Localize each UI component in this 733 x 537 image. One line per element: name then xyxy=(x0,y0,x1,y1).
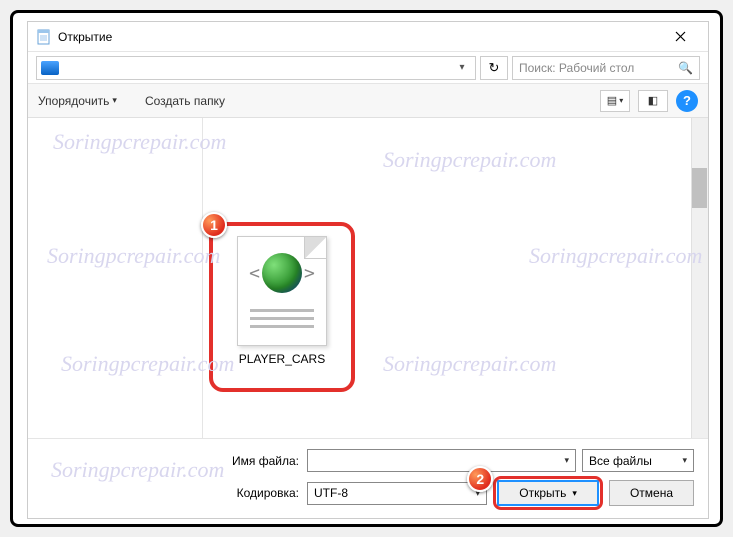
scrollbar-thumb[interactable] xyxy=(692,168,707,208)
refresh-button[interactable]: ↻ xyxy=(480,56,508,80)
view-mode-button[interactable]: ▤ ▾ xyxy=(600,90,630,112)
html-file-icon: <> xyxy=(237,236,327,346)
titlebar: Открытие xyxy=(28,22,708,52)
sidebar[interactable] xyxy=(28,118,203,438)
notepad-icon xyxy=(36,29,52,45)
filename-label: Имя файла: xyxy=(42,454,307,468)
file-label: PLAYER_CARS xyxy=(223,352,341,366)
new-folder-label: Создать папку xyxy=(145,94,225,108)
encoding-value: UTF-8 xyxy=(314,486,473,500)
organize-label: Упорядочить xyxy=(38,94,109,108)
search-placeholder: Поиск: Рабочий стол xyxy=(519,61,678,75)
file-type-filter[interactable]: Все файлы ▾ xyxy=(582,449,694,472)
encoding-select[interactable]: UTF-8 ▾ xyxy=(307,482,487,505)
address-bar[interactable]: ▾ xyxy=(36,56,476,80)
chevron-down-icon: ▾ xyxy=(572,488,577,499)
new-folder-button[interactable]: Создать папку xyxy=(145,94,225,108)
cancel-button[interactable]: Отмена xyxy=(609,480,694,506)
cancel-button-label: Отмена xyxy=(630,486,673,500)
close-button[interactable] xyxy=(660,23,700,51)
file-item-player-cars[interactable]: <> PLAYER_CARS xyxy=(223,236,341,366)
window-title: Открытие xyxy=(58,30,660,44)
toolbar: Упорядочить ▾ Создать папку ▤ ▾ ◧ ? xyxy=(28,84,708,118)
file-list[interactable]: 1 <> PLAYER_CARS xyxy=(203,118,708,438)
preview-pane-button[interactable]: ◧ xyxy=(638,90,668,112)
chevron-down-icon[interactable]: ▾ xyxy=(680,455,689,466)
organize-menu[interactable]: Упорядочить ▾ xyxy=(38,94,117,108)
filter-value: Все файлы xyxy=(589,454,680,468)
filename-input[interactable]: ▾ xyxy=(307,449,576,472)
chevron-down-icon[interactable]: ▾ xyxy=(453,62,471,73)
body-area: 1 <> PLAYER_CARS xyxy=(28,118,708,438)
open-button-label: Открыть xyxy=(519,486,566,500)
encoding-label: Кодировка: xyxy=(42,486,307,500)
open-dialog-window: Открытие ▾ ↻ Поиск: Рабочий стол 🔍 Упоря… xyxy=(27,21,709,519)
search-icon: 🔍 xyxy=(678,61,693,75)
search-input[interactable]: Поиск: Рабочий стол 🔍 xyxy=(512,56,700,80)
open-button[interactable]: Открыть ▾ xyxy=(497,480,599,506)
nav-row: ▾ ↻ Поиск: Рабочий стол 🔍 xyxy=(28,52,708,84)
help-button[interactable]: ? xyxy=(676,90,698,112)
annotation-marker-1: 1 xyxy=(201,212,227,238)
bottom-panel: Имя файла: ▾ Все файлы ▾ Кодировка: UTF-… xyxy=(28,438,708,526)
chevron-down-icon: ▾ xyxy=(112,95,117,106)
chevron-down-icon[interactable]: ▾ xyxy=(562,455,571,466)
drive-icon xyxy=(41,61,59,75)
outer-frame: Открытие ▾ ↻ Поиск: Рабочий стол 🔍 Упоря… xyxy=(10,10,723,527)
scrollbar[interactable] xyxy=(691,118,708,438)
annotation-marker-2: 2 xyxy=(467,466,493,492)
